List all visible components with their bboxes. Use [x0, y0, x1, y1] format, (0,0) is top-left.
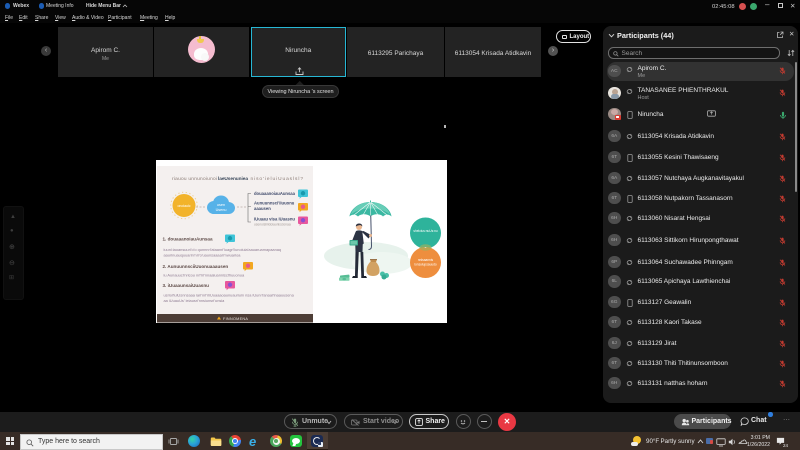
svg-text:lonsulupsauudo: lonsulupsauudo	[414, 263, 437, 267]
svg-text:aaausen: aaausen	[254, 206, 271, 211]
svg-text:3. iUuaaunsaiUuasnu: 3. iUuaaunsaiUuasnu	[163, 283, 210, 288]
svg-text:usenoisiiridoiauniscionaa: usenoisiiridoiauniscionaa	[254, 223, 291, 227]
svg-text:iuunl:iaoansuuri'o'o qunnnri'a: iuunl:iaoansuuri'o'o qunnnri'ataanri'lua…	[164, 247, 282, 252]
svg-text:aa iUuauUs' ieiausri'nnsiunsri: aa iUuauUs' ieiausri'nnsiunsri'unsia	[164, 298, 226, 303]
svg-text:niso'ieluiUuaslsl?: niso'ieluiUuaslsl?	[251, 176, 304, 182]
svg-text:Aunuunnsci'iiuuonu: Aunuunnsci'iiuuonu	[254, 201, 295, 206]
svg-text:laeUsenuniea: laeUsenuniea	[218, 176, 248, 182]
svg-text:Usenu: Usenu	[216, 208, 227, 212]
svg-text:riauou unnunoiunoi: riauou unnunoiunoi	[172, 176, 217, 182]
svg-text:nnlsaannis: nnlsaannis	[418, 258, 434, 262]
svg-text:usen: usen	[217, 203, 225, 207]
svg-text:douaaanoiauAunsaa: douaaanoiauAunsaa	[254, 191, 296, 196]
svg-text:shelcius:nuUs:nu: shelcius:nuUs:nu	[413, 229, 438, 233]
svg-text:iu Aunauuci'nricou nri'lri'nna: iu Aunauuci'nricou nri'lri'nnaaluannisci…	[164, 273, 245, 278]
svg-text:=: =	[425, 246, 427, 250]
svg-text:FINNOMENA: FINNOMENA	[223, 317, 248, 321]
svg-text:usrioi'lulUsnnsaaa iari'nri'ri: usrioi'lulUsnnsaaa iari'nri'riiUuaaaoaun…	[164, 293, 295, 298]
svg-text:aaurinuauquuarin'nri'o'uaunsaa: aaurinuauquuarin'nri'o'uaunsaaaari'nwuar…	[164, 253, 242, 258]
svg-text:1. douaaanoiauAunsaa: 1. douaaanoiauAunsaa	[163, 237, 213, 242]
svg-text:iUuaau visa iUuasnu: iUuaau visa iUuasnu	[254, 217, 295, 222]
svg-text:2. AunuunnsciiUuonuaaausen: 2. AunuunnsciiUuonuaaausen	[163, 264, 229, 269]
svg-text:onoiaulc: onoiaulc	[177, 204, 190, 208]
